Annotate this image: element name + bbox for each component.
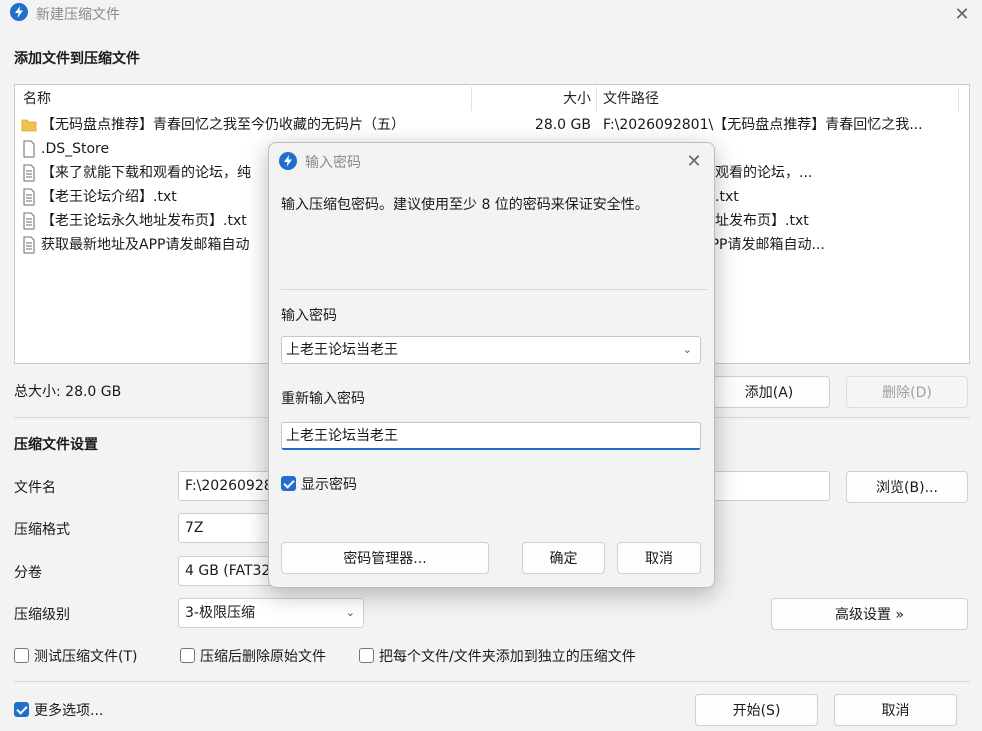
level-value: 3-极限压缩 xyxy=(185,605,255,621)
window-title: 新建压缩文件 xyxy=(36,7,120,23)
cancel-button[interactable]: 取消 xyxy=(834,694,957,726)
file-path: F:\2026092801\【无码盘点推荐】青春回忆之我... xyxy=(603,117,923,133)
chevron-down-icon: ⌄ xyxy=(345,606,355,619)
dialog-description: 输入压缩包密码。建议使用至少 8 位的密码来保证安全性。 xyxy=(281,197,649,213)
volume-label: 分卷 xyxy=(14,565,42,581)
chevron-down-icon[interactable]: ⌄ xyxy=(683,337,692,363)
add-button[interactable]: 添加(A) xyxy=(708,376,830,408)
column-separator[interactable] xyxy=(958,87,959,111)
filename-label: 文件名 xyxy=(14,480,56,496)
add-section-title: 添加文件到压缩文件 xyxy=(14,51,140,67)
test-archive-label: 测试压缩文件(T) xyxy=(34,649,138,665)
divider xyxy=(14,681,970,682)
column-path[interactable]: 文件路径 xyxy=(603,85,659,113)
show-password-label: 显示密码 xyxy=(301,477,357,493)
text-file-icon xyxy=(23,212,35,230)
column-separator[interactable] xyxy=(471,87,472,111)
file-icon xyxy=(23,140,35,158)
show-password-checkbox[interactable] xyxy=(281,476,296,491)
reenter-password-label: 重新输入密码 xyxy=(281,391,365,407)
password-label: 输入密码 xyxy=(281,308,337,324)
password-value: 上老王论坛当老王 xyxy=(286,342,398,358)
password-manager-button[interactable]: 密码管理器... xyxy=(281,542,489,574)
text-file-icon xyxy=(23,188,35,206)
dialog-title: 输入密码 xyxy=(305,155,361,171)
more-options-checkbox[interactable] xyxy=(14,702,29,717)
file-size: 28.0 GB xyxy=(534,117,591,133)
title-bar: 新建压缩文件 ✕ xyxy=(0,0,982,32)
format-label: 压缩格式 xyxy=(14,522,70,538)
advanced-settings-button[interactable]: 高级设置 » xyxy=(771,598,968,630)
dialog-cancel-button[interactable]: 取消 xyxy=(617,542,701,574)
delete-after-label: 压缩后删除原始文件 xyxy=(200,649,326,665)
file-name: 【无码盘点推荐】青春回忆之我至今仍收藏的无码片（五） xyxy=(41,117,405,133)
dialog-close-icon[interactable]: ✕ xyxy=(676,147,712,175)
volume-value: 4 GB (FAT32 xyxy=(185,563,271,579)
format-value: 7Z xyxy=(185,520,204,536)
app-logo-icon xyxy=(10,3,28,21)
test-archive-checkbox[interactable] xyxy=(14,648,29,663)
reenter-password-input[interactable]: 上老王论坛当老王 xyxy=(281,422,701,450)
window-close-icon[interactable]: ✕ xyxy=(944,0,980,28)
ok-button[interactable]: 确定 xyxy=(522,542,605,574)
total-size-label: 总大小: 28.0 GB xyxy=(14,384,122,400)
separate-archives-label: 把每个文件/文件夹添加到独立的压缩文件 xyxy=(379,649,636,665)
settings-section-title: 压缩文件设置 xyxy=(14,437,98,453)
password-input[interactable]: 上老王论坛当老王 ⌄ xyxy=(281,336,701,364)
level-label: 压缩级别 xyxy=(14,607,70,623)
delete-button[interactable]: 删除(D) xyxy=(846,376,968,408)
column-name[interactable]: 名称 xyxy=(23,85,51,113)
text-file-icon xyxy=(23,236,35,254)
table-row[interactable]: 【无码盘点推荐】青春回忆之我至今仍收藏的无码片（五） 28.0 GB F:\20… xyxy=(15,113,969,137)
column-separator[interactable] xyxy=(596,87,597,111)
separate-archives-checkbox[interactable] xyxy=(359,648,374,663)
delete-after-checkbox[interactable] xyxy=(180,648,195,663)
dialog-divider xyxy=(281,289,707,290)
column-size[interactable]: 大小 xyxy=(475,85,591,113)
browse-button[interactable]: 浏览(B)... xyxy=(846,471,968,503)
folder-icon xyxy=(21,119,37,132)
level-select[interactable]: 3-极限压缩 ⌄ xyxy=(178,598,364,628)
text-file-icon xyxy=(23,164,35,182)
dialog-logo-icon xyxy=(279,152,297,170)
start-button[interactable]: 开始(S) xyxy=(695,694,818,726)
password-dialog: 输入密码 ✕ 输入压缩包密码。建议使用至少 8 位的密码来保证安全性。 输入密码… xyxy=(268,142,715,588)
more-options-label: 更多选项... xyxy=(34,703,104,719)
